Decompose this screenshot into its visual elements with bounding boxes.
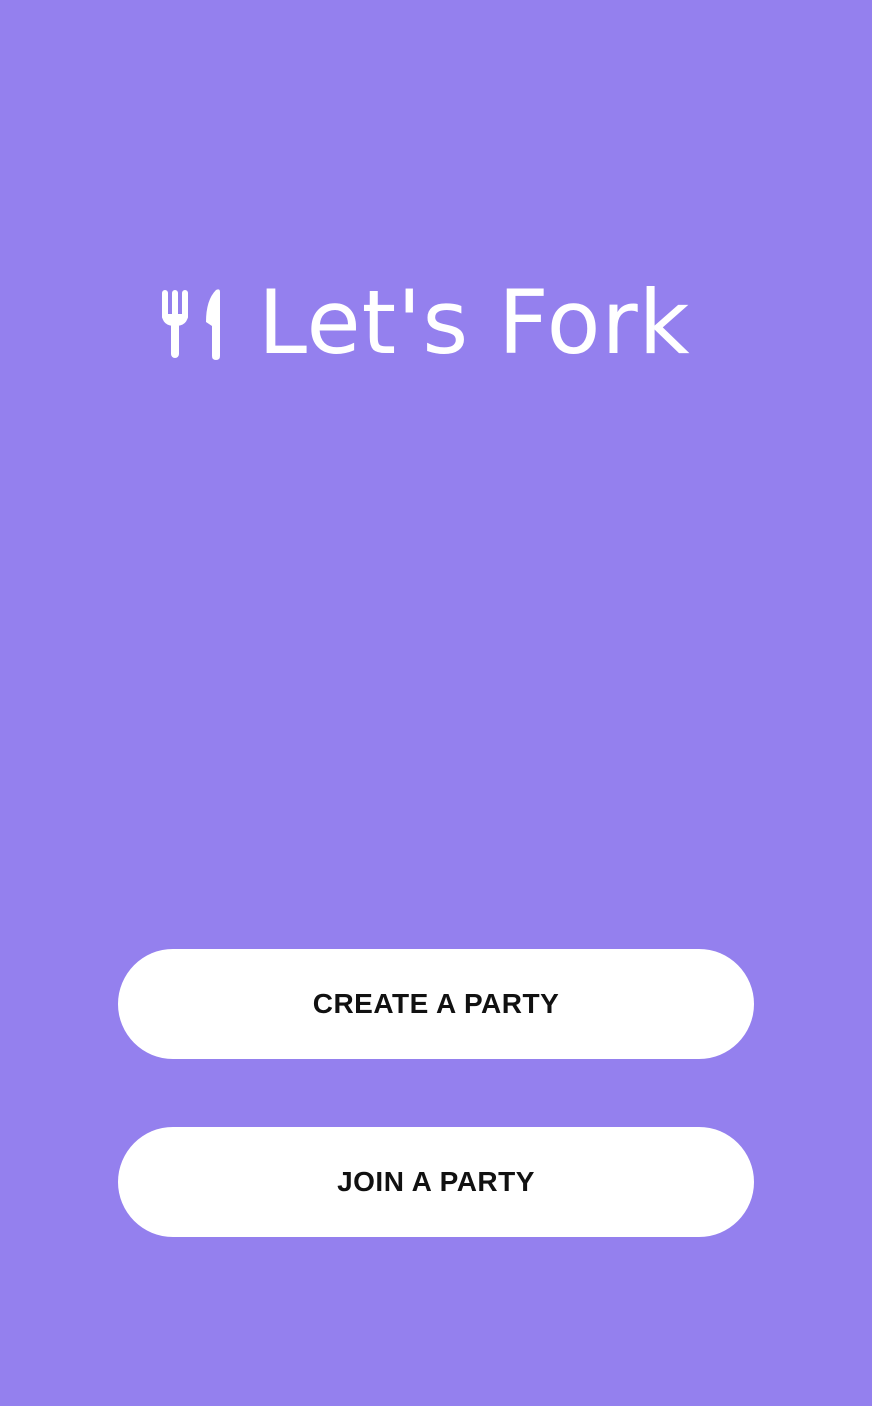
app-logo: Let's Fork: [160, 278, 691, 368]
app-title: Let's Fork: [258, 271, 691, 374]
welcome-screen: Let's Fork CREATE A PARTY JOIN A PARTY: [0, 0, 872, 1406]
join-party-label: JOIN A PARTY: [337, 1166, 535, 1197]
join-party-button[interactable]: JOIN A PARTY: [118, 1127, 754, 1237]
fork-knife-icon: [162, 289, 220, 360]
create-party-label: CREATE A PARTY: [312, 988, 560, 1019]
create-party-button[interactable]: CREATE A PARTY: [118, 949, 754, 1059]
